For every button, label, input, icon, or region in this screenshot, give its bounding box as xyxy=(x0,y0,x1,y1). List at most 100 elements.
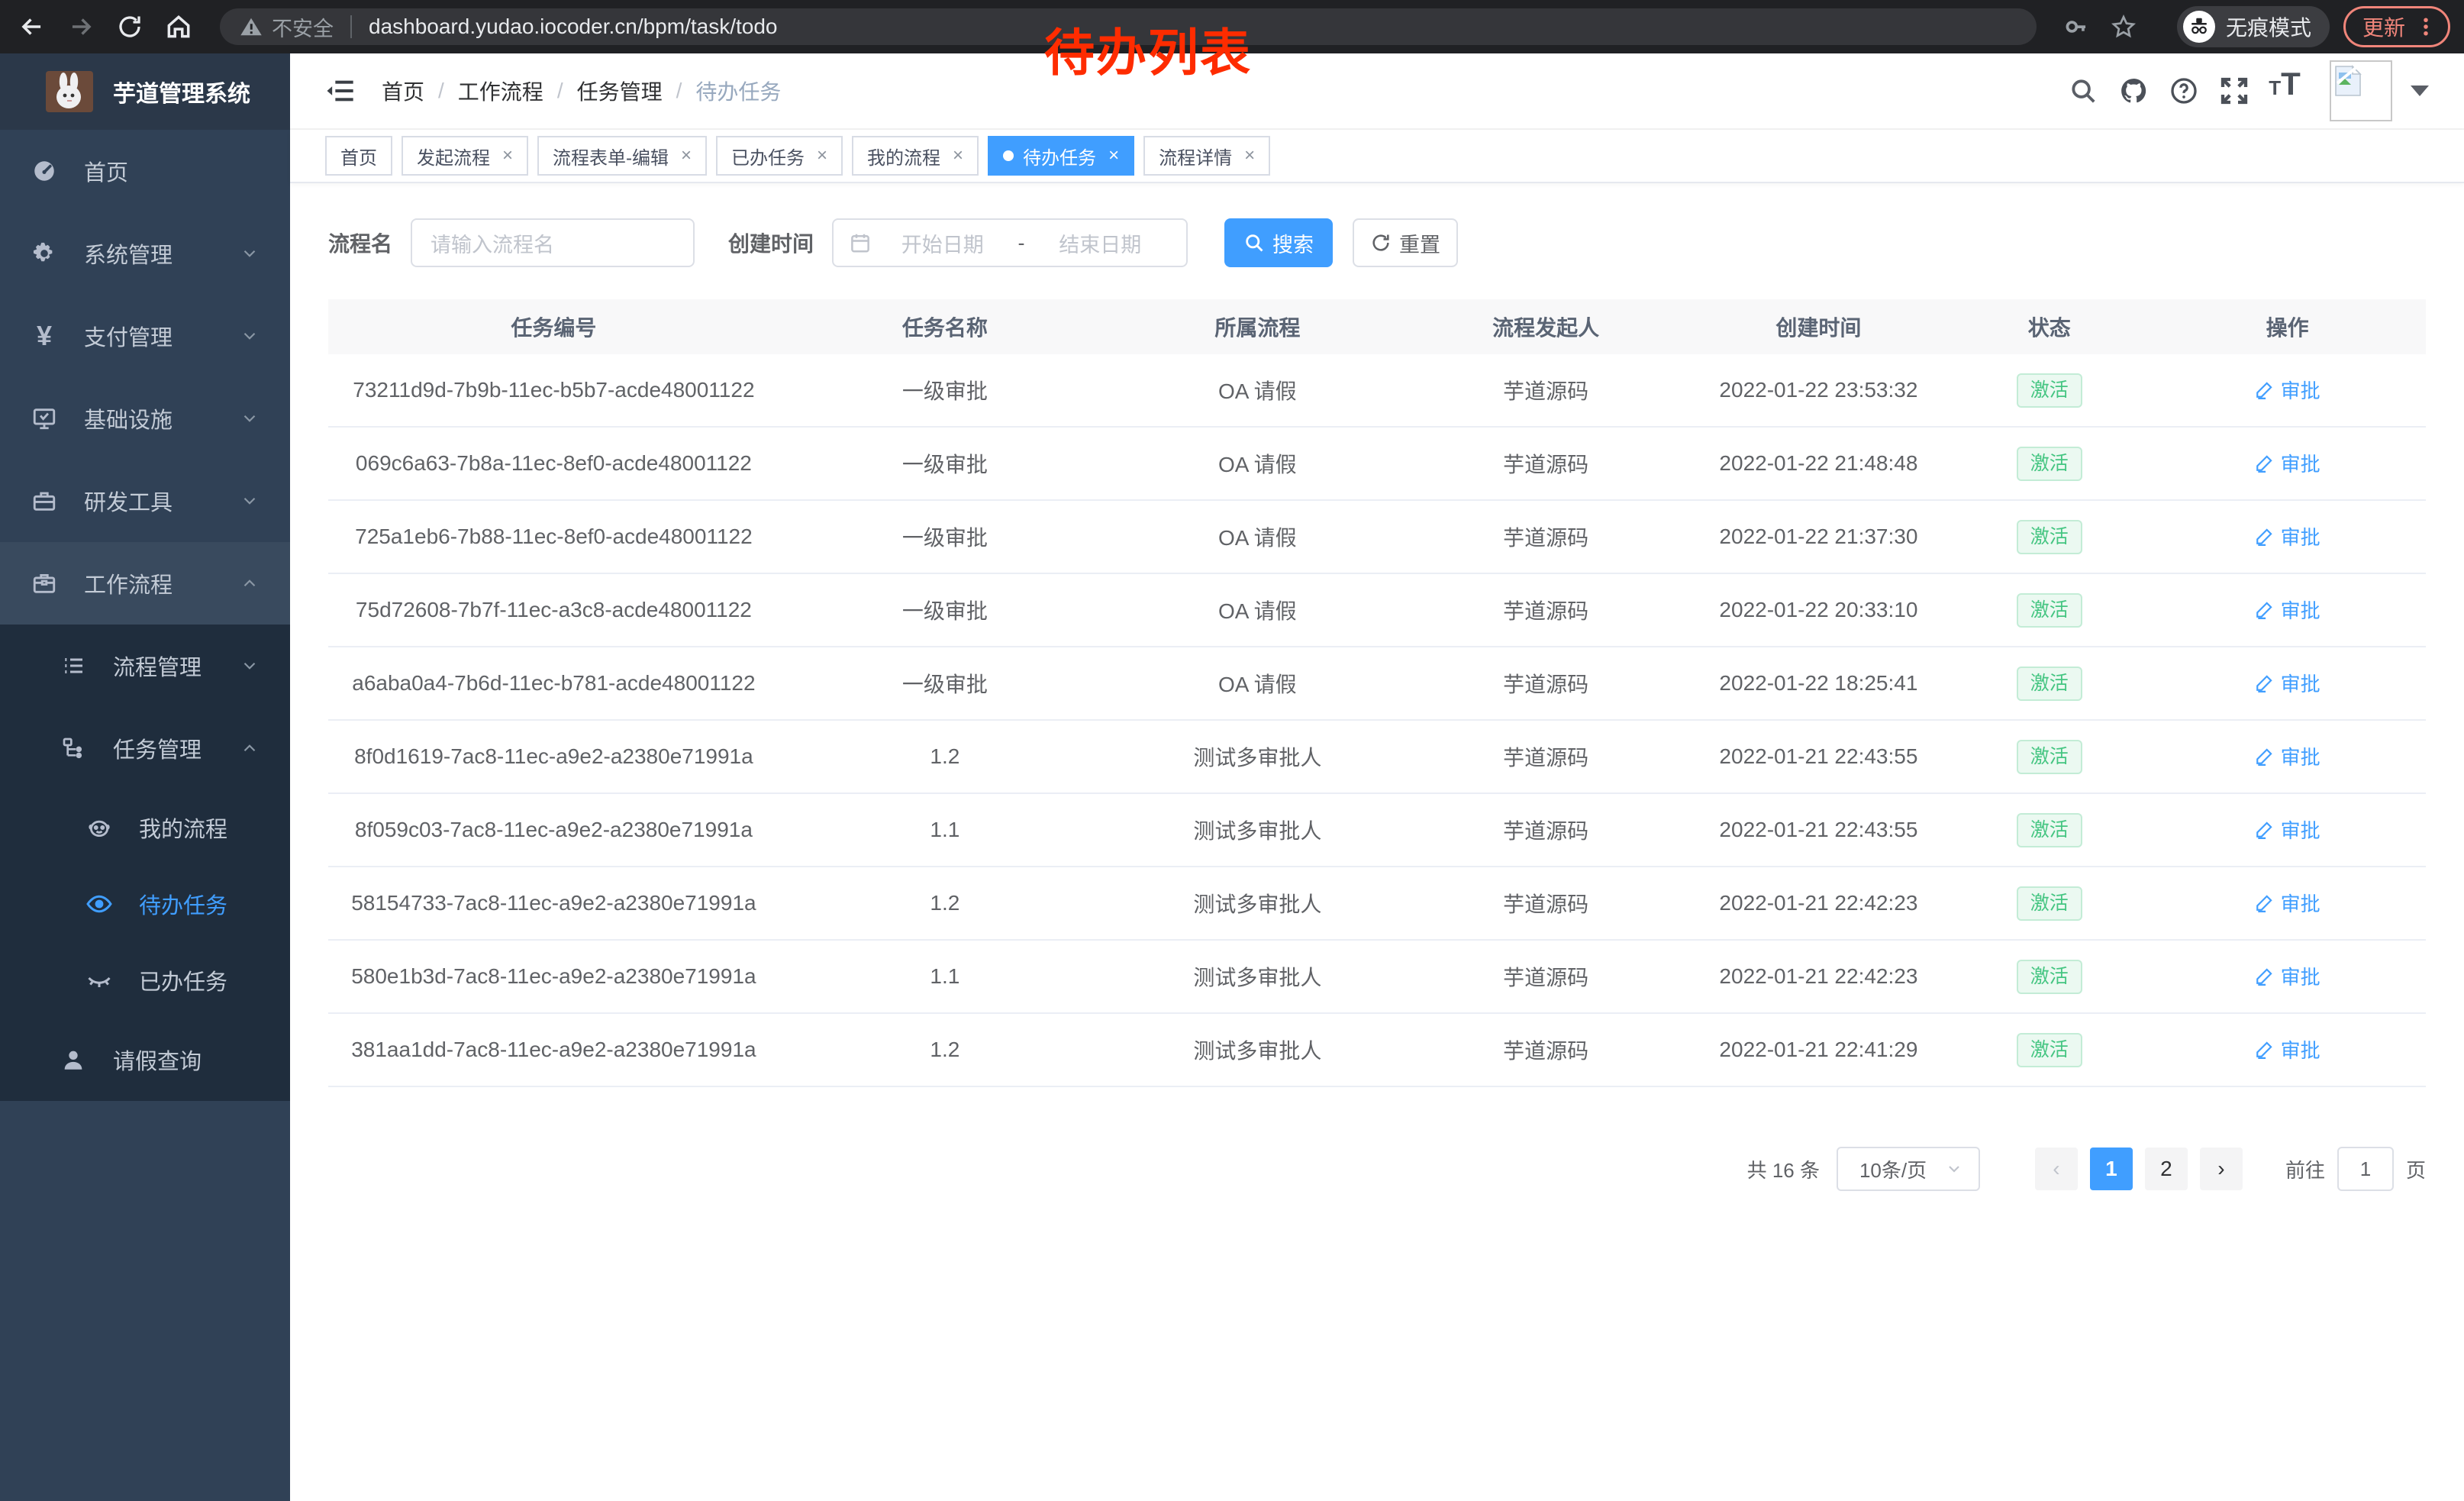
status-cell: 激活 xyxy=(1950,960,2149,994)
sidebar-item-devtools[interactable]: 研发工具 xyxy=(0,460,290,542)
sidebar-item-home[interactable]: 首页 xyxy=(0,130,290,212)
sidebar-item-todo-tasks[interactable]: 待办任务 xyxy=(0,866,290,942)
edit-pen-icon xyxy=(2255,819,2275,839)
github-icon[interactable] xyxy=(2108,66,2159,116)
next-page-button[interactable]: › xyxy=(2200,1148,2243,1190)
status-badge: 激活 xyxy=(2017,1033,2082,1067)
chevron-down-icon[interactable] xyxy=(2411,86,2429,96)
tab-close-icon[interactable]: × xyxy=(681,145,692,166)
home-icon[interactable] xyxy=(160,8,197,45)
page-button-1[interactable]: 1 xyxy=(2090,1148,2133,1190)
edit-pen-icon xyxy=(2255,379,2275,399)
created-time-cell: 2022-01-22 21:48:48 xyxy=(1688,451,1950,476)
view-tab[interactable]: 待办任务 × xyxy=(988,136,1134,176)
task-name-cell: 一级审批 xyxy=(779,375,1111,405)
sidebar-collapse-icon[interactable] xyxy=(325,78,356,104)
monitor-icon xyxy=(31,405,58,432)
created-time-cell: 2022-01-21 22:43:55 xyxy=(1688,744,1950,769)
list-icon xyxy=(60,652,87,679)
approve-link[interactable]: 审批 xyxy=(2255,1035,2320,1064)
key-icon[interactable] xyxy=(2058,8,2095,45)
tab-close-icon[interactable]: × xyxy=(1108,145,1119,166)
created-time-cell: 2022-01-22 20:33:10 xyxy=(1688,598,1950,622)
task-id-cell: 725a1eb6-7b88-11ec-8ef0-acde48001122 xyxy=(328,525,779,549)
approve-link[interactable]: 审批 xyxy=(2255,449,2320,477)
search-icon[interactable] xyxy=(2058,66,2108,116)
approve-link[interactable]: 审批 xyxy=(2255,889,2320,917)
avatar-broken-image[interactable] xyxy=(2330,60,2392,121)
star-icon[interactable] xyxy=(2105,8,2142,45)
view-tab[interactable]: 流程详情 × xyxy=(1143,136,1270,176)
view-tab[interactable]: 流程表单-编辑 × xyxy=(537,136,707,176)
sidebar-item-my-process[interactable]: 我的流程 xyxy=(0,789,290,866)
sidebar-item-done-tasks[interactable]: 已办任务 xyxy=(0,942,290,1018)
sidebar-item-task-mgmt[interactable]: 任务管理 xyxy=(0,707,290,789)
app-logo[interactable]: 芋道管理系统 xyxy=(0,53,290,130)
approve-link[interactable]: 审批 xyxy=(2255,376,2320,404)
reload-icon[interactable] xyxy=(111,8,148,45)
starter-cell: 芋道源码 xyxy=(1405,521,1688,552)
tab-close-icon[interactable]: × xyxy=(502,145,513,166)
approve-link[interactable]: 审批 xyxy=(2255,522,2320,550)
view-tab[interactable]: 我的流程 × xyxy=(852,136,979,176)
approve-link[interactable]: 审批 xyxy=(2255,596,2320,624)
task-name-cell: 1.1 xyxy=(779,964,1111,989)
edit-pen-icon xyxy=(2255,453,2275,473)
goto-page-input[interactable]: 1 xyxy=(2337,1147,2394,1191)
starter-cell: 芋道源码 xyxy=(1405,1035,1688,1065)
task-id-cell: 580e1b3d-7ac8-11ec-a9e2-a2380e71991a xyxy=(328,964,779,989)
view-tab[interactable]: 发起流程 × xyxy=(402,136,528,176)
tab-close-icon[interactable]: × xyxy=(1244,145,1255,166)
breadcrumb-task-mgmt[interactable]: 任务管理 xyxy=(577,76,663,106)
col-header-task-id: 任务编号 xyxy=(328,311,779,342)
process-name-input[interactable]: 请输入流程名 xyxy=(411,218,695,267)
back-icon[interactable] xyxy=(14,8,50,45)
status-cell: 激活 xyxy=(1950,373,2149,408)
help-icon[interactable] xyxy=(2159,66,2209,116)
update-chrome-button[interactable]: 更新 xyxy=(2343,6,2450,47)
view-tab[interactable]: 已办任务 × xyxy=(716,136,843,176)
tab-close-icon[interactable]: × xyxy=(953,145,963,166)
sidebar-item-system[interactable]: 系统管理 xyxy=(0,212,290,295)
page-size-select[interactable]: 10条/页 xyxy=(1837,1147,1980,1191)
starter-cell: 芋道源码 xyxy=(1405,741,1688,772)
approve-link[interactable]: 审批 xyxy=(2255,742,2320,770)
table-row: 73211d9d-7b9b-11ec-b5b7-acde48001122 一级审… xyxy=(328,354,2426,428)
col-header-process: 所属流程 xyxy=(1111,311,1405,342)
text-size-icon[interactable]: TT xyxy=(2259,66,2310,116)
breadcrumb-workflow[interactable]: 工作流程 xyxy=(458,76,543,106)
tab-close-icon[interactable]: × xyxy=(817,145,827,166)
fullscreen-icon[interactable] xyxy=(2209,66,2259,116)
forward-icon[interactable] xyxy=(63,8,99,45)
approve-link[interactable]: 审批 xyxy=(2255,815,2320,844)
sidebar-item-payment[interactable]: ¥ 支付管理 xyxy=(0,295,290,377)
security-warning[interactable]: 不安全 xyxy=(240,12,334,42)
address-bar[interactable]: 不安全 dashboard.yudao.iocoder.cn/bpm/task/… xyxy=(220,8,2037,45)
more-vertical-icon[interactable] xyxy=(2416,15,2436,38)
status-cell: 激活 xyxy=(1950,740,2149,774)
col-header-task-name: 任务名称 xyxy=(779,311,1111,342)
incognito-label: 无痕模式 xyxy=(2226,11,2311,42)
starter-cell: 芋道源码 xyxy=(1405,668,1688,699)
refresh-icon xyxy=(1370,232,1392,253)
reset-button[interactable]: 重置 xyxy=(1353,218,1458,267)
sidebar-item-leave-query[interactable]: 请假查询 xyxy=(0,1018,290,1101)
table-row: 58154733-7ac8-11ec-a9e2-a2380e71991a 1.2… xyxy=(328,867,2426,941)
security-label: 不安全 xyxy=(272,12,334,42)
view-tab[interactable]: 首页 × xyxy=(325,136,392,176)
sidebar-item-process-mgmt[interactable]: 流程管理 xyxy=(0,625,290,707)
search-button[interactable]: 搜索 xyxy=(1224,218,1333,267)
status-badge: 激活 xyxy=(2017,667,2082,701)
approve-link[interactable]: 审批 xyxy=(2255,962,2320,990)
sidebar-item-infra[interactable]: 基础设施 xyxy=(0,377,290,460)
created-time-cell: 2022-01-21 22:43:55 xyxy=(1688,818,1950,842)
page-button-2[interactable]: 2 xyxy=(2145,1148,2188,1190)
action-cell: 审批 xyxy=(2149,522,2426,552)
starter-cell: 芋道源码 xyxy=(1405,815,1688,845)
approve-link[interactable]: 审批 xyxy=(2255,669,2320,697)
date-range-input[interactable]: 开始日期 - 结束日期 xyxy=(832,218,1188,267)
breadcrumb-home[interactable]: 首页 xyxy=(382,76,424,106)
start-date-placeholder: 开始日期 xyxy=(872,228,1014,258)
sidebar-item-workflow[interactable]: 工作流程 xyxy=(0,542,290,625)
prev-page-button[interactable]: ‹ xyxy=(2035,1148,2078,1190)
